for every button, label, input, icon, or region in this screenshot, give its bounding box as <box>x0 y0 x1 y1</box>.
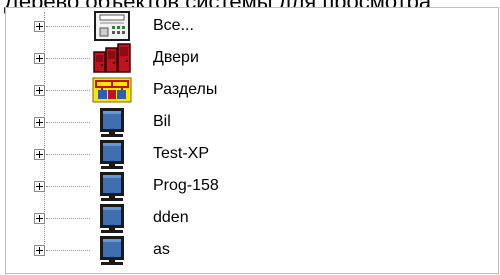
tree-item-sections[interactable]: Разделы <box>6 74 476 106</box>
sections-icon <box>92 74 132 106</box>
tree-item-label: dden <box>153 209 189 226</box>
expand-icon[interactable] <box>34 245 45 256</box>
expand-icon[interactable] <box>34 213 45 224</box>
tree-item-bil[interactable]: Bil <box>6 106 476 138</box>
expand-icon[interactable] <box>34 117 45 128</box>
expand-icon[interactable] <box>34 181 45 192</box>
tree-item-as[interactable]: as <box>6 234 476 266</box>
tree-item-label: Test-XP <box>153 145 210 162</box>
computer-monitor-icon <box>92 106 132 138</box>
expand-icon[interactable] <box>34 21 45 32</box>
computer-monitor-icon <box>92 202 132 234</box>
tree-item-label: Prog-158 <box>153 177 219 194</box>
tree-item-all[interactable]: Все... <box>6 10 476 42</box>
tree-item-prog-158[interactable]: Prog-158 <box>6 170 476 202</box>
doors-icon <box>92 42 132 74</box>
tree-item-test-xp[interactable]: Test-XP <box>6 138 476 170</box>
expand-icon[interactable] <box>34 149 45 160</box>
computer-monitor-icon <box>92 138 132 170</box>
object-tree[interactable]: Все... Двери Разделы Bil Test-XP Prog-15… <box>5 7 499 274</box>
control-panel-icon <box>92 10 132 42</box>
expand-icon[interactable] <box>34 85 45 96</box>
tree-item-label: Двери <box>153 49 199 66</box>
tree-item-dden[interactable]: dden <box>6 202 476 234</box>
tree-item-doors[interactable]: Двери <box>6 42 476 74</box>
tree-item-label: as <box>153 241 170 258</box>
computer-monitor-icon <box>92 234 132 266</box>
expand-icon[interactable] <box>34 53 45 64</box>
tree-item-label: Bil <box>153 113 171 130</box>
tree-item-label: Разделы <box>153 81 218 98</box>
tree-item-label: Все... <box>153 17 194 34</box>
computer-monitor-icon <box>92 170 132 202</box>
